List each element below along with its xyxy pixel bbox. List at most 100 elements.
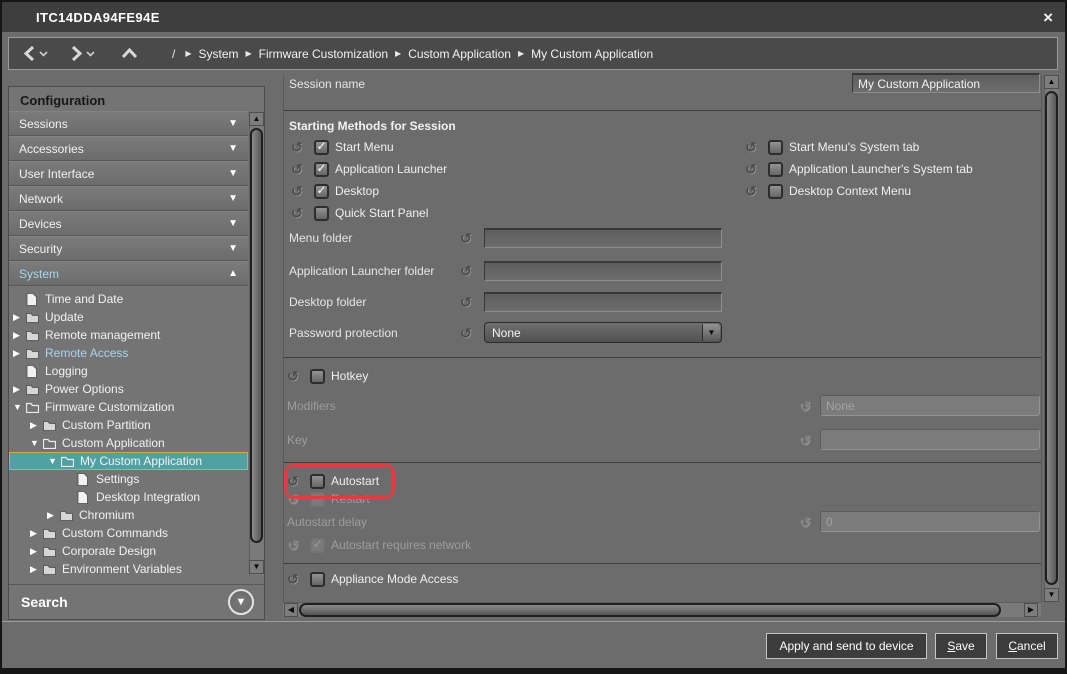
menu-folder-input[interactable] [484, 228, 722, 248]
expand-arrow-icon[interactable]: ▶ [30, 564, 43, 575]
session-name-input[interactable] [852, 73, 1040, 93]
tree-item-custom-commands[interactable]: ▶ Custom Commands [9, 524, 248, 542]
tree-item-time-and-date[interactable]: Time and Date [9, 290, 248, 308]
application-launcher-checkbox[interactable]: ✓ [314, 162, 329, 177]
reset-icon[interactable]: ↺ [291, 161, 307, 177]
main-vertical-scrollbar-thumb[interactable] [1045, 91, 1058, 585]
scroll-right-button[interactable]: ▶ [1024, 603, 1038, 617]
dropdown-arrow-button[interactable]: ▼ [702, 324, 720, 341]
triangle-down-icon: ▼ [236, 596, 247, 608]
forward-button[interactable] [70, 45, 95, 62]
tree-item-my-custom-application[interactable]: ▼ My Custom Application [9, 452, 248, 470]
collapse-arrow-icon[interactable]: ▼ [30, 438, 43, 448]
reset-icon[interactable]: ↺ [460, 263, 476, 279]
breadcrumb-item[interactable]: My Custom Application [531, 47, 653, 61]
tree-item-settings[interactable]: Settings [9, 470, 248, 488]
expand-arrow-icon[interactable]: ▶ [13, 348, 26, 359]
reset-icon[interactable]: ↺ [460, 230, 476, 246]
tree-item-label: Corporate Design [62, 544, 156, 558]
reset-icon[interactable]: ↺ [745, 183, 761, 199]
start-menu-system-tab-checkbox[interactable]: ✓ [768, 140, 783, 155]
application-launcher-folder-input[interactable] [484, 261, 722, 281]
sidebar-item-system[interactable]: System ▲ [9, 261, 248, 286]
divider [284, 357, 1041, 358]
reset-icon[interactable]: ↺ [287, 368, 303, 384]
tree-item-label: Power Options [45, 382, 124, 396]
expand-arrow-icon[interactable]: ▶ [30, 528, 43, 539]
folder-icon [60, 510, 75, 521]
desktop-checkbox[interactable]: ✓ [314, 184, 329, 199]
expand-arrow-icon[interactable]: ▶ [47, 510, 60, 521]
save-button[interactable]: Save [935, 633, 987, 659]
scroll-down-button[interactable]: ▼ [249, 560, 264, 574]
back-button[interactable] [23, 45, 48, 62]
reset-icon[interactable]: ↺ [291, 205, 307, 221]
collapse-arrow-icon[interactable]: ▼ [48, 456, 61, 466]
reset-icon[interactable]: ↺ [460, 325, 476, 341]
breadcrumb-root[interactable]: / [172, 47, 175, 61]
chevron-left-icon [23, 45, 36, 62]
tree-item-update[interactable]: ▶ Update [9, 308, 248, 326]
application-launcher-system-tab-checkbox[interactable]: ✓ [768, 162, 783, 177]
scroll-left-button[interactable]: ◀ [284, 603, 298, 617]
sidebar-scrollbar-thumb[interactable] [250, 128, 263, 543]
sidebar-item-label: User Interface [19, 167, 94, 181]
folder-icon [43, 420, 58, 431]
checkbox-label: Quick Start Panel [335, 206, 428, 220]
password-protection-select[interactable]: None ▼ [484, 322, 722, 343]
reset-icon[interactable]: ↺ [460, 294, 476, 310]
breadcrumb-item[interactable]: Firmware Customization [259, 47, 388, 61]
reset-icon[interactable]: ↺ [287, 571, 303, 587]
reset-icon[interactable]: ↺ [291, 139, 307, 155]
tree-item-corporate-design[interactable]: ▶ Corporate Design [9, 542, 248, 560]
desktop-folder-input[interactable] [484, 292, 722, 312]
tree-item-remote-access[interactable]: ▶ Remote Access [9, 344, 248, 362]
tree-item-logging[interactable]: Logging [9, 362, 248, 380]
close-icon[interactable]: × [1043, 9, 1053, 26]
sidebar-item-sessions[interactable]: Sessions ▼ [9, 111, 248, 136]
search-expand-button[interactable]: ▼ [228, 589, 254, 615]
expand-arrow-icon[interactable]: ▶ [30, 546, 43, 557]
triangle-right-icon: ▶ [1028, 606, 1034, 614]
folder-icon [43, 564, 58, 575]
breadcrumb-item[interactable]: Custom Application [408, 47, 511, 61]
breadcrumb-item[interactable]: System [199, 47, 239, 61]
sidebar-item-accessories[interactable]: Accessories ▼ [9, 136, 248, 161]
reset-icon[interactable]: ↺ [745, 139, 761, 155]
modifiers-input [820, 395, 1040, 416]
scroll-down-button[interactable]: ▼ [1044, 588, 1059, 602]
appliance-mode-access-checkbox[interactable]: ✓ [310, 572, 325, 587]
start-menu-checkbox[interactable]: ✓ [314, 140, 329, 155]
tree-item-custom-application[interactable]: ▼ Custom Application [9, 434, 248, 452]
hotkey-checkbox[interactable]: ✓ [310, 369, 325, 384]
sidebar-item-devices[interactable]: Devices ▼ [9, 211, 248, 236]
expand-arrow-icon[interactable]: ▶ [13, 312, 26, 323]
expand-arrow-icon[interactable]: ▶ [13, 330, 26, 341]
sidebar-item-security[interactable]: Security ▼ [9, 236, 248, 261]
scroll-up-button[interactable]: ▲ [1044, 75, 1059, 89]
scroll-up-button[interactable]: ▲ [249, 112, 264, 126]
tree-item-power-options[interactable]: ▶ Power Options [9, 380, 248, 398]
quick-start-panel-checkbox[interactable]: ✓ [314, 206, 329, 221]
sidebar-item-user-interface[interactable]: User Interface ▼ [9, 161, 248, 186]
tree-item-chromium[interactable]: ▶ Chromium [9, 506, 248, 524]
tree-item-custom-partition[interactable]: ▶ Custom Partition [9, 416, 248, 434]
chevron-up-icon[interactable] [121, 48, 138, 59]
reset-icon[interactable]: ↺ [745, 161, 761, 177]
sidebar-item-network[interactable]: Network ▼ [9, 186, 248, 211]
reset-icon[interactable]: ↺ [291, 183, 307, 199]
tree-item-firmware-customization[interactable]: ▼ Firmware Customization [9, 398, 248, 416]
collapse-arrow-icon[interactable]: ▼ [13, 402, 26, 412]
cancel-button[interactable]: Cancel [996, 633, 1058, 659]
desktop-folder-label: Desktop folder [289, 295, 366, 309]
apply-and-send-button[interactable]: Apply and send to device [766, 633, 927, 659]
main-horizontal-scrollbar-thumb[interactable] [299, 603, 1001, 617]
checkbox-label: Start Menu [335, 140, 394, 154]
tree-item-environment-variables[interactable]: ▶ Environment Variables [9, 560, 248, 578]
desktop-context-menu-checkbox[interactable]: ✓ [768, 184, 783, 199]
tree-item-desktop-integration[interactable]: Desktop Integration [9, 488, 248, 506]
tree-item-clipped[interactable] [9, 578, 248, 583]
tree-item-remote-management[interactable]: ▶ Remote management [9, 326, 248, 344]
expand-arrow-icon[interactable]: ▶ [30, 420, 43, 431]
expand-arrow-icon[interactable]: ▶ [13, 384, 26, 395]
